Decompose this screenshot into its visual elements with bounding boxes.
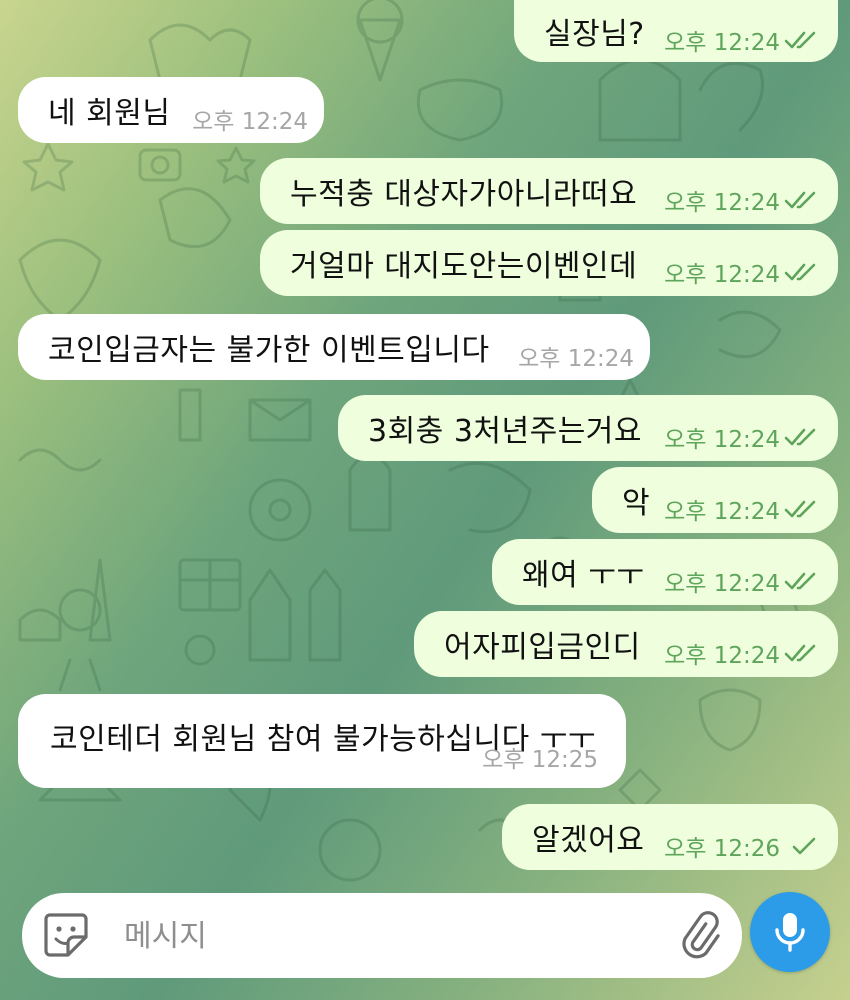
message-text: 코인입금자는 불가한 이벤트입니다 <box>48 333 490 368</box>
double-check-icon <box>784 572 816 590</box>
message-bubble-outgoing[interactable]: 거얼마 대지도안는이벤인데 오후 12:24 <box>260 230 838 296</box>
message-text: 악 <box>622 486 651 521</box>
message-text: 거얼마 대지도안는이벤인데 <box>290 249 638 284</box>
message-input[interactable] <box>122 893 646 980</box>
double-check-icon <box>784 191 816 209</box>
single-check-icon <box>792 837 816 855</box>
message-time: 오후 12:24 <box>518 346 634 372</box>
message-time: 오후 12:24 <box>664 190 780 216</box>
message-time: 오후 12:24 <box>192 109 308 135</box>
message-bubble-outgoing[interactable]: 왜여 ㅜㅜ 오후 12:24 <box>492 539 838 605</box>
message-time: 오후 12:24 <box>664 643 780 669</box>
message-bubble-outgoing[interactable]: 악 오후 12:24 <box>592 467 838 533</box>
message-time: 오후 12:24 <box>664 571 780 597</box>
message-bubble-outgoing[interactable]: 3회충 3처년주는거요 오후 12:24 <box>338 395 838 461</box>
message-time: 오후 12:25 <box>482 747 598 773</box>
message-time: 오후 12:24 <box>664 499 780 525</box>
message-text: 누적충 대상자가아니라떠요 <box>290 177 638 212</box>
message-text: 3회충 3처년주는거요 <box>368 414 643 449</box>
message-bubble-outgoing[interactable]: 실장님? 오후 12:24 <box>514 0 838 62</box>
double-check-icon <box>784 644 816 662</box>
message-bubble-outgoing[interactable]: 알겠어요 오후 12:26 <box>502 804 838 870</box>
sticker-emoji-icon[interactable] <box>40 909 92 961</box>
message-bubble-incoming[interactable]: 네 회원님 오후 12:24 <box>18 77 324 143</box>
message-bubble-outgoing[interactable]: 어자피입금인디 오후 12:24 <box>414 611 838 677</box>
double-check-icon <box>784 500 816 518</box>
paperclip-icon[interactable] <box>674 911 726 963</box>
message-text: 실장님? <box>544 17 645 52</box>
double-check-icon <box>784 31 816 49</box>
message-time: 오후 12:24 <box>664 30 780 56</box>
message-text: 알겠어요 <box>532 823 645 858</box>
message-text: 네 회원님 <box>48 96 171 131</box>
microphone-icon <box>775 913 805 952</box>
message-time: 오후 12:24 <box>664 262 780 288</box>
message-text: 어자피입금인디 <box>444 630 641 665</box>
double-check-icon <box>784 428 816 446</box>
message-composer <box>22 893 742 980</box>
message-text: 왜여 ㅜㅜ <box>522 558 645 593</box>
message-bubble-outgoing[interactable]: 누적충 대상자가아니라떠요 오후 12:24 <box>260 158 838 224</box>
message-bubble-incoming[interactable]: 코인입금자는 불가한 이벤트입니다 오후 12:24 <box>18 314 650 380</box>
voice-record-button[interactable] <box>750 892 830 972</box>
message-time: 오후 12:24 <box>664 427 780 453</box>
message-bubble-incoming[interactable]: 코인테더 회원님 참여 불가능하십니다 ㅜㅜ 오후 12:25 <box>18 694 626 788</box>
double-check-icon <box>784 263 816 281</box>
message-time: 오후 12:26 <box>664 836 780 862</box>
